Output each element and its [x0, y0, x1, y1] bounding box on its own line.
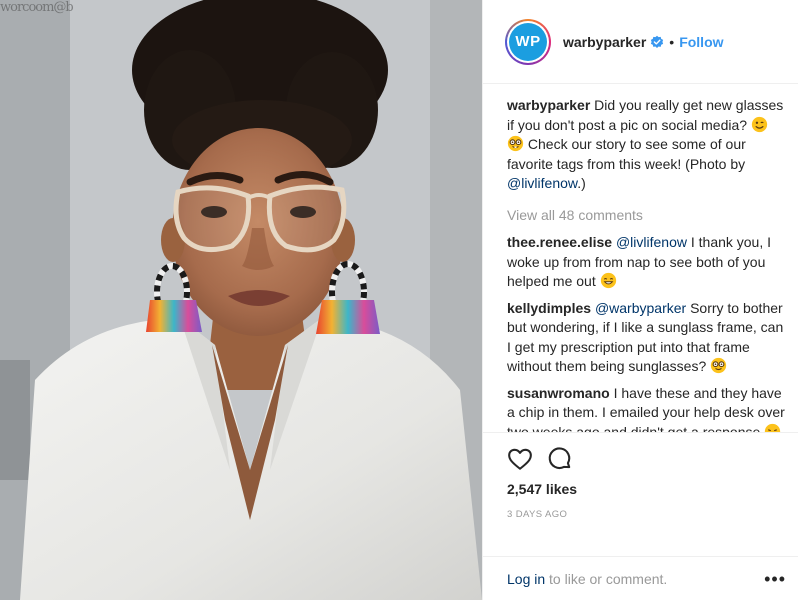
follow-button[interactable]: Follow: [679, 34, 723, 50]
header-separator: •: [669, 33, 675, 50]
caption-text-2: Check our story to see some of our favor…: [507, 136, 746, 172]
nerd-face-icon: [507, 135, 524, 152]
comment-item: kellydimples @warbyparker Sorry to bothe…: [507, 299, 786, 377]
comment-item: thee.renee.elise @livlifenow I thank you…: [507, 233, 786, 292]
caption-username[interactable]: warbyparker: [507, 97, 590, 113]
author-avatar[interactable]: WP: [505, 18, 551, 65]
comment-icon[interactable]: [547, 446, 573, 472]
comment-mention[interactable]: @livlifenow: [616, 234, 687, 250]
post-details-panel: WP warbyparker • Follow warbyparker Did …: [482, 0, 798, 600]
comment-username[interactable]: thee.renee.elise: [507, 234, 612, 250]
smiling-face-icon: [600, 272, 616, 289]
avatar-initials: WP: [509, 22, 547, 61]
author-username[interactable]: warbyparker: [563, 34, 646, 50]
login-prompt-text: to like or comment.: [545, 570, 668, 587]
comments-list[interactable]: warbyparker Did you really get new glass…: [483, 84, 798, 432]
disappointed-face-icon: [765, 423, 781, 432]
post-timestamp[interactable]: 3 DAYS AGO: [507, 509, 798, 520]
caption-text-3: .): [577, 175, 586, 191]
instagram-post: worcoom@b WP warbyparker • Follow warbyp…: [0, 0, 798, 600]
comment-username[interactable]: kellydimples: [507, 300, 591, 316]
caption-mention[interactable]: @livlifenow: [507, 175, 577, 191]
login-bar: Log in to like or comment. •••: [483, 556, 798, 600]
post-actions: 2,547 likes 3 DAYS AGO: [483, 432, 798, 556]
photo-overlay-text: worcoom@b: [0, 0, 74, 15]
login-link[interactable]: Log in: [507, 571, 545, 587]
heart-icon[interactable]: [507, 446, 533, 472]
verified-badge-icon: [651, 35, 664, 48]
likes-count[interactable]: 2,547 likes: [507, 481, 798, 497]
nerd-face-icon: [710, 357, 727, 374]
post-photo[interactable]: worcoom@b: [0, 0, 482, 600]
view-all-comments-link[interactable]: View all 48 comments: [507, 206, 786, 226]
comment-item: susanwromano I have these and they have …: [507, 384, 786, 432]
comment-mention[interactable]: @warbyparker: [595, 300, 686, 316]
portrait-illustration: [0, 0, 482, 600]
comment-username[interactable]: susanwromano: [507, 385, 610, 401]
post-caption: warbyparker Did you really get new glass…: [507, 96, 786, 194]
winking-face-icon: [751, 116, 768, 132]
post-header: WP warbyparker • Follow: [483, 0, 798, 84]
more-options-icon[interactable]: •••: [764, 570, 786, 588]
